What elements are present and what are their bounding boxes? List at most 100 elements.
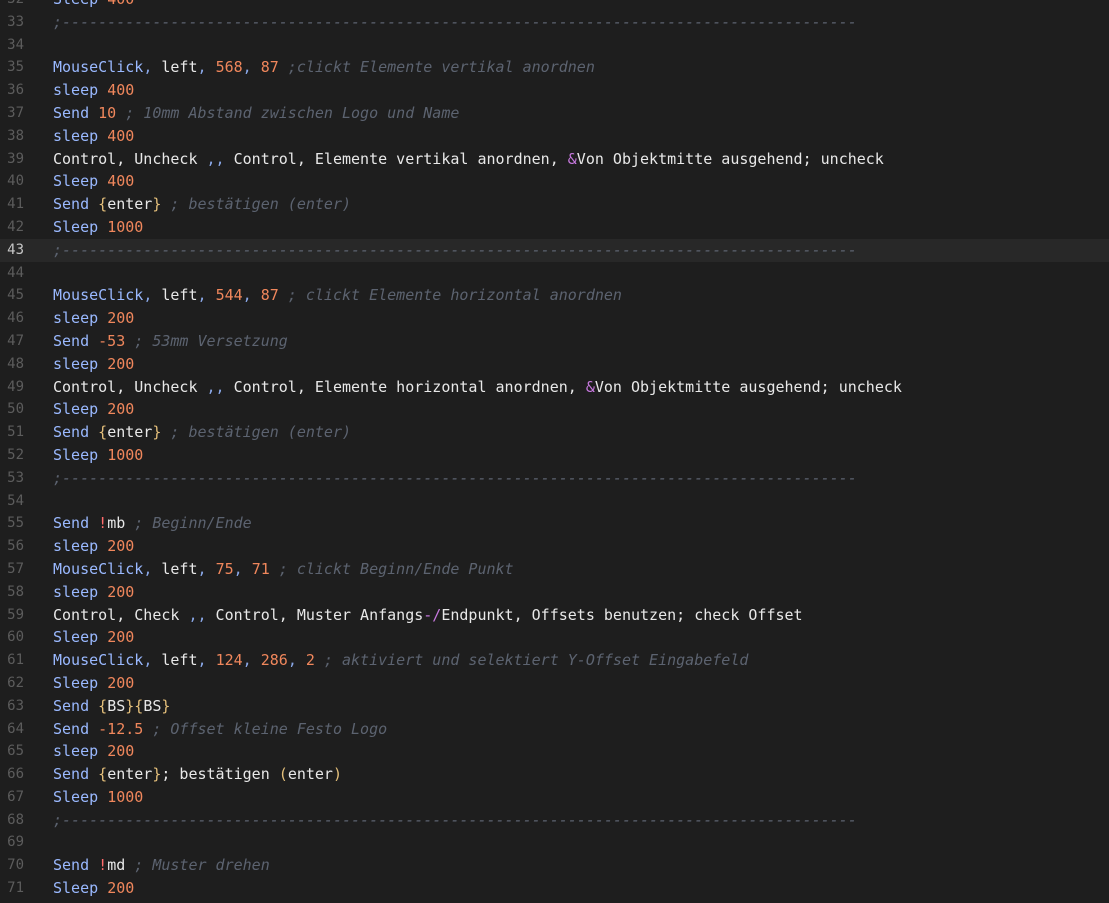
code-text: Sleep 200 — [53, 672, 134, 695]
code-line[interactable]: 63 Send {BS}{BS} — [0, 695, 1109, 718]
code-token: 200 — [107, 537, 135, 556]
code-line[interactable]: 32 Sleep 400 — [0, 0, 1109, 11]
code-line[interactable]: 33 ;-------------------------------------… — [0, 11, 1109, 34]
code-line[interactable]: 52 Sleep 1000 — [0, 444, 1109, 467]
code-line[interactable]: 35 MouseClick, left, 568, 87 ;clickt Elem… — [0, 56, 1109, 79]
code-token: Send — [53, 331, 99, 350]
code-token: Control, Muster Anfangs — [206, 605, 424, 624]
code-text: MouseClick, left, 124, 286, 2 ; aktivier… — [53, 649, 748, 672]
code-token: Sleep — [53, 445, 108, 464]
code-line[interactable]: 47 Send -53 ; 53mm Versetzung — [0, 330, 1109, 353]
line-number: 41 — [7, 196, 24, 213]
code-text: Send !md ; Muster drehen — [53, 854, 270, 877]
line-number: 52 — [7, 446, 24, 463]
code-token: ) — [332, 765, 342, 784]
code-line[interactable]: 69 — [0, 831, 1109, 854]
code-token: ; 10mm Abstand zwischen Logo und Name — [116, 103, 460, 122]
line-number: 44 — [7, 264, 24, 281]
code-line[interactable]: 38 sleep 400 — [0, 125, 1109, 148]
code-line[interactable]: 70 Send !md ; Muster drehen — [0, 854, 1109, 877]
code-line[interactable]: 55 Send !mb ; Beginn/Ende — [0, 512, 1109, 535]
code-text: sleep 400 — [53, 79, 134, 102]
code-line[interactable]: 48 sleep 200 — [0, 353, 1109, 376]
code-token: 400 — [107, 81, 135, 100]
code-token: Von Objektmitte ausgehend; uncheck — [594, 377, 902, 396]
code-token: Sleep — [53, 172, 108, 191]
code-text: sleep 200 — [53, 535, 134, 558]
code-token: Von Objektmitte ausgehend; uncheck — [576, 149, 884, 168]
line-number: 39 — [7, 150, 24, 167]
code-token: ; bestätigen — [161, 765, 279, 784]
code-line[interactable]: 66 Send {enter}; bestätigen (enter) — [0, 763, 1109, 786]
code-text: sleep 200 — [53, 307, 134, 330]
code-line[interactable]: 71 Sleep 200 — [0, 877, 1109, 900]
code-token: , — [242, 286, 261, 305]
code-text: Sleep 1000 — [53, 216, 143, 239]
code-token: , — [233, 559, 252, 578]
code-token: ,, — [206, 149, 225, 168]
code-line[interactable]: 50 Sleep 200 — [0, 398, 1109, 421]
code-token: } — [161, 696, 171, 715]
code-token: sleep — [53, 537, 108, 556]
line-number: 57 — [7, 560, 24, 577]
code-text: Send !mb ; Beginn/Ende — [53, 512, 252, 535]
code-line[interactable]: 53 ;-------------------------------------… — [0, 467, 1109, 490]
line-number: 61 — [7, 652, 24, 669]
code-token: , — [197, 651, 216, 670]
code-line[interactable]: 62 Sleep 200 — [0, 672, 1109, 695]
code-token: enter — [107, 423, 153, 442]
code-line[interactable]: 65 sleep 200 — [0, 740, 1109, 763]
code-token: ! — [98, 514, 108, 533]
code-token: ; aktiviert und selektiert Y-Offset Eing… — [314, 651, 749, 670]
code-line[interactable]: 60 Sleep 200 — [0, 626, 1109, 649]
code-line[interactable]: 51 Send {enter} ; bestätigen (enter) — [0, 421, 1109, 444]
code-line[interactable]: 61 MouseClick, left, 124, 286, 2 ; aktivi… — [0, 649, 1109, 672]
code-line[interactable]: 42 Sleep 1000 — [0, 216, 1109, 239]
code-line[interactable]: 58 sleep 200 — [0, 581, 1109, 604]
code-line[interactable]: 41 Send {enter} ; bestätigen (enter) — [0, 193, 1109, 216]
code-editor[interactable]: 32 Sleep 400 33 ;--------------------------… — [0, 0, 1109, 903]
code-token: sleep — [53, 742, 108, 761]
code-line[interactable]: 44 — [0, 262, 1109, 285]
code-line[interactable]: 49 Control, Uncheck ,, Control, Elemente … — [0, 376, 1109, 399]
code-line[interactable]: 57 MouseClick, left, 75, 71 ; clickt Begi… — [0, 558, 1109, 581]
code-token: left — [161, 651, 198, 670]
code-text: Send -12.5 ; Offset kleine Festo Logo — [53, 718, 387, 741]
code-token: ;---------------------------------------… — [53, 12, 857, 31]
code-line[interactable]: 36 sleep 400 — [0, 79, 1109, 102]
line-number: 64 — [7, 720, 24, 737]
code-text: Send {BS}{BS} — [53, 695, 170, 718]
code-text: Sleep 200 — [53, 398, 134, 421]
code-token: ;---------------------------------------… — [53, 240, 857, 259]
code-line[interactable]: 64 Send -12.5 ; Offset kleine Festo Logo — [0, 718, 1109, 741]
line-number: 40 — [7, 173, 24, 190]
code-line[interactable]: 59 Control, Check ,, Control, Muster Anfa… — [0, 604, 1109, 627]
code-line[interactable]: 39 Control, Uncheck ,, Control, Elemente … — [0, 148, 1109, 171]
code-line[interactable]: 56 sleep 200 — [0, 535, 1109, 558]
code-line[interactable]: 46 sleep 200 — [0, 307, 1109, 330]
line-number: 35 — [7, 59, 24, 76]
code-token: , — [242, 651, 261, 670]
code-token: { — [98, 696, 108, 715]
code-line[interactable]: 34 — [0, 34, 1109, 57]
code-token: 200 — [107, 628, 135, 647]
code-line[interactable]: 54 — [0, 490, 1109, 513]
code-line[interactable]: 45 MouseClick, left, 544, 87 ; clickt Ele… — [0, 284, 1109, 307]
code-token: ; bestätigen (enter) — [161, 195, 352, 214]
code-token: -53 — [98, 331, 126, 350]
code-token: -/ — [423, 605, 442, 624]
code-token: enter — [107, 195, 153, 214]
code-line[interactable]: 67 Sleep 1000 — [0, 786, 1109, 809]
line-number: 46 — [7, 310, 24, 327]
code-text: sleep 200 — [53, 740, 134, 763]
code-line[interactable]: 68 ;-------------------------------------… — [0, 809, 1109, 832]
code-token: 75 — [215, 559, 234, 578]
code-token: sleep — [53, 309, 108, 328]
code-token: { — [98, 195, 108, 214]
code-token: , — [143, 286, 162, 305]
code-line[interactable]: 37 Send 10 ; 10mm Abstand zwischen Logo u… — [0, 102, 1109, 125]
code-line[interactable]: 40 Sleep 400 — [0, 170, 1109, 193]
line-number: 66 — [7, 766, 24, 783]
code-token: 200 — [107, 400, 135, 419]
code-line[interactable]: 43 ;-------------------------------------… — [0, 238, 1109, 262]
